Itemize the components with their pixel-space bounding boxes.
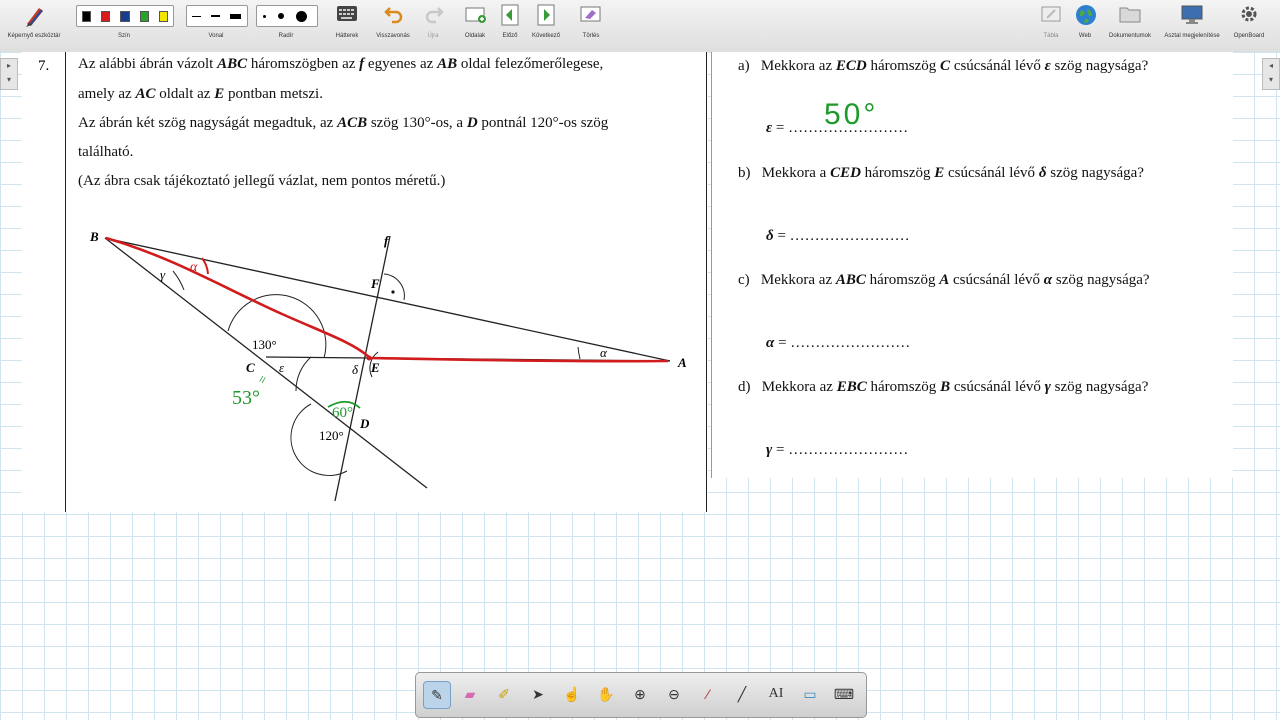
zoom-out-icon[interactable]: ⊖ bbox=[661, 681, 687, 707]
line-thin-button[interactable] bbox=[192, 15, 201, 17]
color-red-swatch[interactable] bbox=[101, 10, 111, 22]
web-globe-icon[interactable] bbox=[1075, 4, 1097, 31]
line-width-group bbox=[186, 5, 248, 27]
answer-d-line[interactable]: γ = …………………… bbox=[766, 442, 908, 459]
zoom-in-icon[interactable]: ⊕ bbox=[627, 681, 653, 707]
backgrounds-label: Hátterek bbox=[335, 33, 359, 39]
angle-d-label: 120° bbox=[319, 428, 344, 443]
right-angle-arc bbox=[383, 273, 405, 301]
label-a: A bbox=[677, 355, 687, 370]
green-53-degree: 53° bbox=[232, 387, 260, 409]
virtual-keyboard-icon[interactable]: ⌨ bbox=[831, 681, 857, 707]
redo-icon bbox=[424, 4, 444, 29]
documents-label: Dokumentumok bbox=[1108, 33, 1152, 39]
stylus-toolbar: ✎ ▰ ✐ ➤ ☝ ✋ ⊕ ⊖ ⁄ ╱ AI ▭ ⌨ bbox=[415, 672, 867, 718]
backgrounds-icon[interactable] bbox=[336, 4, 358, 29]
capture-tool-icon[interactable]: ▭ bbox=[797, 681, 823, 707]
angle-epsilon-label: ε bbox=[279, 360, 285, 375]
web-label: Web bbox=[1078, 33, 1092, 39]
question-d: d) Mekkora az EBC háromszög B csúcsánál … bbox=[738, 379, 1149, 395]
color-label: Szín bbox=[117, 33, 131, 39]
label-d: D bbox=[359, 416, 370, 431]
previous-page-label: Előző bbox=[502, 33, 518, 39]
interact-tool-icon[interactable]: ☝ bbox=[559, 681, 585, 707]
question-c: c) Mekkora az ABC háromszög A csúcsánál … bbox=[738, 272, 1150, 288]
red-alpha-mark: α bbox=[190, 260, 198, 275]
side-ab bbox=[104, 237, 671, 362]
green-60-degree: 60° bbox=[332, 405, 353, 421]
label-c: C bbox=[246, 360, 255, 375]
question-a: a) Mekkora az ECD háromszög C csúcsánál … bbox=[738, 58, 1149, 74]
label-e: E bbox=[370, 360, 380, 375]
gamma-arc bbox=[172, 270, 185, 291]
eraser-small-button[interactable] bbox=[263, 14, 266, 18]
answer-b-line[interactable]: δ = …………………… bbox=[766, 228, 910, 245]
hand-tool-icon[interactable]: ✋ bbox=[593, 681, 619, 707]
alpha-arc bbox=[577, 346, 581, 360]
eraser-large-button[interactable] bbox=[296, 10, 307, 22]
question-panel: a) Mekkora az ECD háromszög C csúcsánál … bbox=[711, 52, 1233, 478]
answer-c-line[interactable]: α = …………………… bbox=[766, 335, 910, 352]
previous-page-icon[interactable] bbox=[500, 4, 520, 31]
bisector-f bbox=[334, 235, 391, 502]
right-panel-handle[interactable]: ◂ ▾ bbox=[1262, 58, 1280, 90]
openboard-gear-icon[interactable] bbox=[1239, 4, 1259, 29]
line-label: Vonal bbox=[208, 33, 224, 39]
board-label: Tábla bbox=[1043, 33, 1059, 39]
red-point-e bbox=[366, 355, 372, 361]
redo-label: Újra bbox=[427, 33, 439, 39]
undo-icon[interactable] bbox=[384, 4, 404, 29]
problem-page: 7. Az alábbi ábrán vázolt ABC háromszögb… bbox=[22, 52, 708, 512]
triangle-figure: B A C D E F f γ 130° ε δ α 120° α 53° = … bbox=[89, 229, 687, 502]
angle-acb-label: 130° bbox=[252, 337, 277, 352]
screen-tools-label: Képernyő eszköztár bbox=[7, 33, 61, 39]
eraser-size-group bbox=[256, 5, 318, 27]
color-palette bbox=[76, 5, 174, 27]
question-b: b) Mekkora a CED háromszög E csúcsánál l… bbox=[738, 165, 1144, 181]
line-tool-icon[interactable]: ╱ bbox=[729, 681, 755, 707]
clear-page-icon[interactable] bbox=[580, 4, 602, 29]
text-tool-icon[interactable]: AI bbox=[763, 681, 789, 707]
eraser-medium-button[interactable] bbox=[278, 13, 284, 19]
epsilon-arc bbox=[295, 356, 312, 392]
eraser-label: Radír bbox=[278, 33, 294, 39]
color-yellow-swatch[interactable] bbox=[158, 10, 169, 22]
clear-page-label: Törlés bbox=[582, 33, 600, 39]
color-black-swatch[interactable] bbox=[82, 10, 92, 22]
label-f: F bbox=[370, 276, 380, 291]
show-desktop-label: Asztal megjelenítése bbox=[1164, 33, 1220, 39]
line-thick-button[interactable] bbox=[230, 13, 241, 19]
pointer-tool-icon[interactable]: ➤ bbox=[525, 681, 551, 707]
laser-pointer-icon[interactable]: ⁄ bbox=[695, 681, 721, 707]
documents-folder-icon[interactable] bbox=[1119, 4, 1141, 29]
red-annotation-ea bbox=[368, 356, 669, 363]
right-angle-dot bbox=[391, 290, 395, 294]
left-panel-handle[interactable]: ▸ ▾ bbox=[0, 58, 18, 90]
angle-delta-label: δ bbox=[352, 362, 359, 377]
show-desktop-icon[interactable] bbox=[1181, 4, 1203, 31]
handwritten-answer-a: 50° bbox=[824, 98, 879, 131]
color-blue-swatch[interactable] bbox=[120, 10, 130, 22]
angle-gamma-label: γ bbox=[160, 267, 166, 282]
screen-tools-icon[interactable] bbox=[24, 4, 46, 33]
pages-label: Oldalak bbox=[464, 33, 486, 39]
top-toolbar: Képernyő eszköztár Szín Vonal Radír Hátt… bbox=[0, 0, 1280, 53]
openboard-label: OpenBoard bbox=[1233, 33, 1265, 39]
red-annotation-be bbox=[105, 236, 370, 358]
pages-icon[interactable] bbox=[465, 4, 487, 29]
green-equal-mark: = bbox=[255, 373, 272, 387]
pen-tool-icon[interactable]: ✎ bbox=[423, 681, 451, 709]
eraser-tool-icon[interactable]: ▰ bbox=[457, 681, 483, 707]
label-b: B bbox=[89, 229, 99, 244]
next-page-label: Következő bbox=[531, 33, 561, 39]
board-icon[interactable] bbox=[1041, 4, 1061, 29]
angle-alpha-label: α bbox=[600, 345, 608, 360]
next-page-icon[interactable] bbox=[536, 4, 556, 31]
color-green-swatch[interactable] bbox=[139, 10, 149, 22]
line-medium-button[interactable] bbox=[211, 15, 220, 17]
undo-label: Visszavonás bbox=[376, 33, 410, 39]
highlighter-tool-icon[interactable]: ✐ bbox=[491, 681, 517, 707]
